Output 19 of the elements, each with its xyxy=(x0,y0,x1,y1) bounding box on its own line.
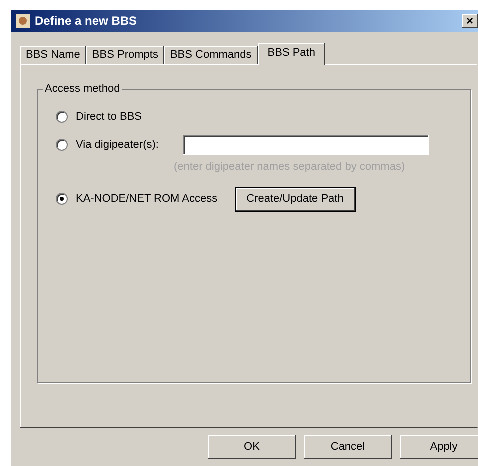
radio-button[interactable] xyxy=(56,193,68,205)
dialog-button[interactable]: Apply xyxy=(400,435,478,459)
group-title: Access method xyxy=(44,83,122,95)
tab[interactable]: BBS Prompts xyxy=(86,46,164,64)
close-button[interactable]: × xyxy=(462,14,478,28)
radio-button[interactable] xyxy=(56,139,68,151)
radio-label[interactable]: KA-NODE/NET ROM Access xyxy=(76,193,218,205)
radio-label[interactable]: Via digipeater(s): xyxy=(76,139,159,151)
radio-button[interactable] xyxy=(56,111,68,123)
dialog-button[interactable]: OK xyxy=(208,435,296,459)
tab[interactable]: BBS Path xyxy=(258,43,326,65)
create-path-button[interactable]: Create/Update Path xyxy=(236,188,355,210)
tab[interactable]: BBS Commands xyxy=(164,46,258,64)
dialog-button[interactable]: Cancel xyxy=(304,435,392,459)
radio-label[interactable]: Direct to BBS xyxy=(76,111,142,123)
app-icon xyxy=(15,13,31,29)
tab[interactable]: BBS Name xyxy=(20,46,86,64)
digipeater-input-field[interactable] xyxy=(182,135,429,155)
window-title: Define a new BBS xyxy=(35,14,138,28)
